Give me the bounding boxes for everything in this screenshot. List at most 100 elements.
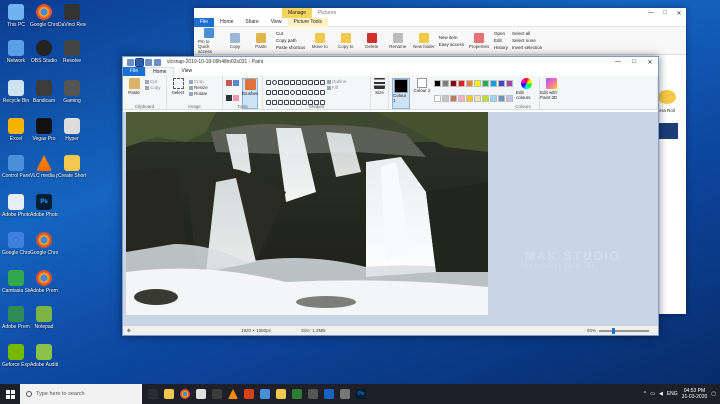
clock[interactable]: 04:53 PM 31-03-2020 (682, 388, 708, 400)
desktop-icon-chrome-1[interactable]: Google Chrome 1 (2, 232, 30, 256)
tab-file[interactable]: File (194, 17, 215, 27)
manage-tab[interactable]: Manage (282, 8, 313, 18)
desktop-icon-chrome[interactable]: Google Chrome (30, 4, 58, 28)
close-button[interactable]: ✕ (642, 59, 658, 66)
delete-button[interactable]: Delete (361, 32, 383, 49)
tab-picture-tools[interactable]: Picture Tools (287, 17, 329, 27)
copy-button[interactable]: Copy (145, 85, 161, 90)
language-indicator[interactable]: ENG (667, 391, 678, 397)
palette-swatch[interactable] (506, 95, 513, 102)
app-icon[interactable] (244, 389, 254, 399)
fill-button[interactable]: Fill (327, 85, 363, 90)
close-button[interactable]: ✕ (672, 10, 686, 17)
redo-icon[interactable] (154, 58, 161, 66)
minimize-button[interactable]: — (610, 59, 626, 66)
zoom-slider-thumb[interactable] (612, 328, 615, 334)
palette-swatch[interactable] (434, 80, 441, 87)
notifications-icon[interactable]: ▢ (711, 391, 716, 397)
eraser-icon[interactable] (233, 95, 239, 101)
desktop-icon-photoshop-file[interactable]: Adobe Photoshop (2, 194, 30, 218)
chrome-icon[interactable] (180, 389, 190, 399)
fill-icon[interactable] (233, 80, 239, 86)
palette-swatch[interactable] (450, 80, 457, 87)
desktop-icon-notepad[interactable]: Notepad (30, 306, 58, 330)
desktop-icon-create-shortcut[interactable]: Create Shortcut (58, 155, 86, 179)
move-to-button[interactable]: Move to (309, 32, 331, 49)
desktop-icon-audition[interactable]: Adobe Audition (30, 344, 58, 368)
select-none-button[interactable]: Select none (512, 38, 542, 43)
palette-swatch[interactable] (490, 95, 497, 102)
app-icon[interactable] (308, 389, 318, 399)
pin-button[interactable]: Pin to Quick access (198, 27, 220, 54)
palette-swatch[interactable] (458, 80, 465, 87)
desktop-icon-premiere[interactable]: Adobe Premiere (2, 306, 30, 330)
app-icon[interactable] (212, 389, 222, 399)
palette-swatch[interactable] (466, 95, 473, 102)
new-folder-button[interactable]: New folder (413, 32, 435, 49)
vlc-icon[interactable] (228, 389, 238, 399)
paint-taskbar-icon[interactable] (324, 389, 334, 399)
history-button[interactable]: History (494, 45, 508, 50)
network-icon[interactable]: ▭ (650, 391, 655, 397)
outline-button[interactable]: Outline (327, 79, 363, 84)
minimize-button[interactable]: — (644, 10, 658, 17)
open-button[interactable]: Open (494, 31, 508, 36)
zoom-slider[interactable] (599, 330, 649, 332)
invert-selection-button[interactable]: Invert selection (512, 45, 542, 50)
palette-swatch[interactable] (506, 80, 513, 87)
desktop-icon-camtasia[interactable]: Camtasia Studio (2, 270, 30, 294)
tab-file[interactable]: File (123, 67, 146, 76)
desktop-icon-hyper[interactable]: Hyper (58, 118, 86, 142)
desktop-icon-bandicam[interactable]: Bandicam (30, 80, 58, 104)
copy-path-button[interactable]: Copy path (276, 38, 305, 43)
paint-window[interactable]: vlcsnap-2019-10-18-09h48m02s031 - Paint … (122, 56, 659, 336)
waterfall-photo[interactable] (126, 112, 488, 315)
rotate-button[interactable]: Rotate (189, 91, 208, 96)
tab-view[interactable]: View (265, 18, 288, 27)
canvas-area[interactable]: MAK STUDIO computer tutorial (123, 112, 658, 325)
search-box[interactable]: Type here to search (20, 384, 142, 404)
copy-to-button[interactable]: Copy to (335, 32, 357, 49)
desktop-icon-vegas[interactable]: Vegas Pro (30, 118, 58, 142)
palette-swatch[interactable] (442, 95, 449, 102)
palette-swatch[interactable] (466, 80, 473, 87)
tab-home[interactable]: Home (145, 66, 175, 77)
desktop-icon-photoshop[interactable]: PsAdobe Photoshop (30, 194, 58, 218)
desktop-icon-obs[interactable]: OBS Studio (30, 40, 58, 64)
file-explorer-icon[interactable] (164, 389, 174, 399)
palette-swatch[interactable] (482, 95, 489, 102)
desktop-icon-recycle-bin[interactable]: Recycle Bin (2, 80, 30, 104)
cut-button[interactable]: Cut (145, 79, 161, 84)
crop-button[interactable]: Crop (189, 79, 208, 84)
photoshop-icon[interactable]: Ps (356, 389, 366, 399)
app-icon[interactable] (260, 389, 270, 399)
task-view-icon[interactable] (148, 389, 158, 399)
undo-icon[interactable] (145, 58, 152, 66)
palette-swatch[interactable] (450, 95, 457, 102)
size-button[interactable]: Size (374, 78, 385, 109)
app-icon[interactable] (276, 389, 286, 399)
tray-chevron-icon[interactable]: ^ (644, 391, 646, 397)
desktop-icon-resolve[interactable]: Resolve (58, 40, 86, 64)
thumbnail[interactable] (656, 123, 678, 139)
maximize-button[interactable]: □ (626, 59, 642, 66)
palette-swatch[interactable] (434, 95, 441, 102)
palette-swatch[interactable] (474, 80, 481, 87)
app-icon[interactable] (196, 389, 206, 399)
palette-swatch[interactable] (442, 80, 449, 87)
tab-view[interactable]: View (174, 67, 199, 76)
select-all-button[interactable]: Select all (512, 31, 542, 36)
app-icon[interactable] (292, 389, 302, 399)
palette-swatch[interactable] (482, 80, 489, 87)
desktop-icon-this-pc[interactable]: This PC (2, 4, 30, 28)
tab-share[interactable]: Share (239, 18, 264, 27)
desktop-icon-gaming[interactable]: Gaming (58, 80, 86, 104)
pencil-icon[interactable] (226, 80, 232, 86)
desktop-icon-geforce[interactable]: Geforce Experience (2, 344, 30, 368)
properties-button[interactable]: Properties (468, 32, 490, 49)
desktop-icon-network[interactable]: Network (2, 40, 30, 64)
tab-home[interactable]: Home (214, 18, 239, 27)
copy-button[interactable]: Copy (224, 32, 246, 49)
resize-button[interactable]: Resize (189, 85, 208, 90)
start-button[interactable] (0, 384, 20, 404)
